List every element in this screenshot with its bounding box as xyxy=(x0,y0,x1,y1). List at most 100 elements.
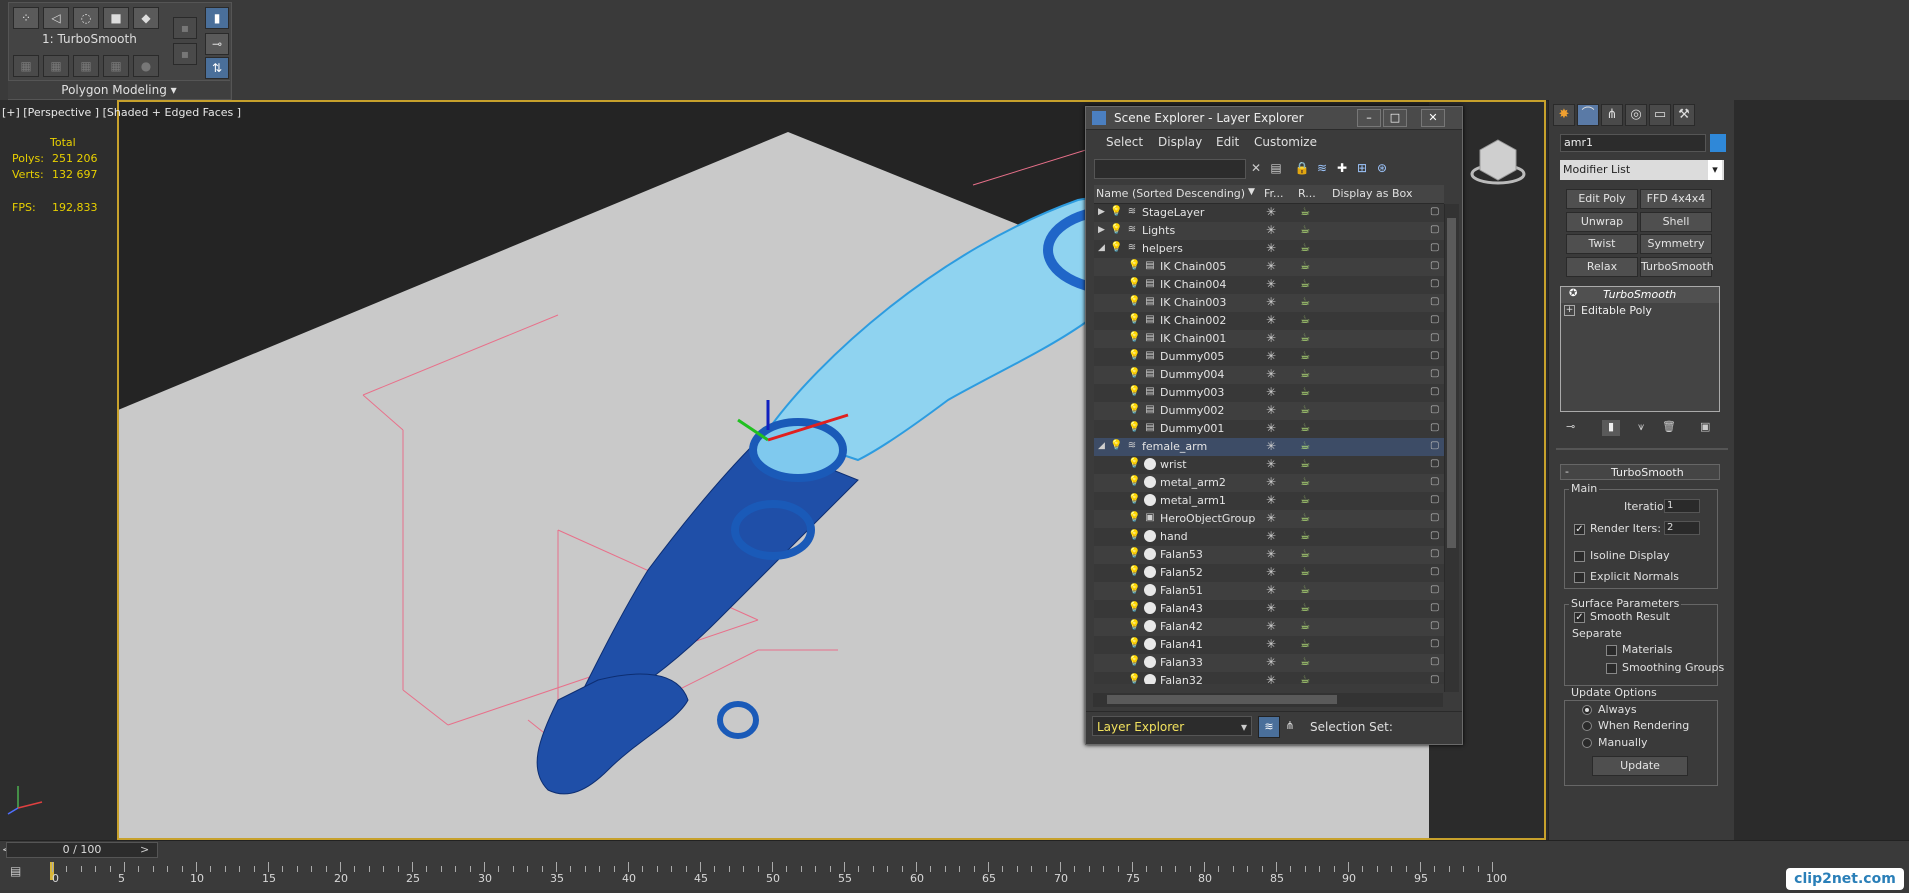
update-button[interactable]: Update xyxy=(1592,756,1688,776)
explicit-normals-checkbox[interactable] xyxy=(1574,572,1585,583)
renderable-teapot-icon[interactable]: ☕ xyxy=(1298,529,1312,543)
expand-arrow-icon[interactable]: ▶ xyxy=(1098,206,1108,218)
display-as-box-icon[interactable]: ▢ xyxy=(1430,601,1442,615)
tree-row[interactable]: 💡 Falan51 ✳ ☕ ▢ xyxy=(1094,582,1444,600)
modifier-list-dropdown[interactable]: Modifier List ▾ xyxy=(1560,160,1724,180)
twist-button[interactable]: Twist xyxy=(1566,234,1638,254)
remove-modifier-icon[interactable]: 🗑 xyxy=(1662,420,1676,433)
tree-row[interactable]: 💡 hand ✳ ☕ ▢ xyxy=(1094,528,1444,546)
renderable-teapot-icon[interactable]: ☕ xyxy=(1298,223,1312,237)
renderable-teapot-icon[interactable]: ☕ xyxy=(1298,295,1312,309)
freeze-icon[interactable]: ✳ xyxy=(1264,673,1278,684)
display-as-box-icon[interactable]: ▢ xyxy=(1430,313,1442,327)
lightbulb-icon[interactable]: 💡 xyxy=(1128,565,1140,579)
renderable-teapot-icon[interactable]: ☕ xyxy=(1298,511,1312,525)
display-as-box-icon[interactable]: ▢ xyxy=(1430,223,1442,237)
display-as-box-icon[interactable]: ▢ xyxy=(1430,403,1442,417)
lightbulb-icon[interactable]: 💡 xyxy=(1128,601,1140,615)
tree-row[interactable]: ▶ 💡 ≋ Lights ✳ ☕ ▢ xyxy=(1094,222,1444,240)
renderable-teapot-icon[interactable]: ☕ xyxy=(1298,367,1312,381)
expand-plus-icon[interactable]: + xyxy=(1564,305,1575,316)
display-as-box-icon[interactable]: ▢ xyxy=(1430,673,1442,684)
stack-item-turbosmooth[interactable]: ✪ TurboSmooth xyxy=(1561,287,1719,303)
display-as-box-icon[interactable]: ▢ xyxy=(1430,493,1442,507)
modify-tab-icon[interactable]: ⌒ xyxy=(1577,104,1599,126)
materials-checkbox[interactable] xyxy=(1606,645,1617,656)
lightbulb-icon[interactable]: 💡 xyxy=(1128,673,1140,684)
pin-stack-icon[interactable]: ▪ xyxy=(173,17,197,39)
tree-row[interactable]: 💡 metal_arm1 ✳ ☕ ▢ xyxy=(1094,492,1444,510)
renderable-teapot-icon[interactable]: ☕ xyxy=(1298,241,1312,255)
freeze-icon[interactable]: ✳ xyxy=(1264,439,1278,453)
next-frame-icon[interactable]: > xyxy=(140,843,149,856)
lightbulb-icon[interactable]: 💡 xyxy=(1128,295,1140,309)
smoothing-groups-checkbox[interactable] xyxy=(1606,663,1617,674)
lightbulb-icon[interactable]: 💡 xyxy=(1110,205,1122,219)
column-name[interactable]: Name (Sorted Descending) xyxy=(1096,187,1245,200)
freeze-icon[interactable]: ✳ xyxy=(1264,529,1278,543)
stack-result-icon[interactable]: ▪ xyxy=(173,43,197,65)
tree-vertical-scrollbar[interactable] xyxy=(1444,204,1459,692)
tree-row[interactable]: 💡 Falan53 ✳ ☕ ▢ xyxy=(1094,546,1444,564)
make-unique-icon[interactable]: ⊸ xyxy=(205,33,229,55)
clear-search-icon[interactable]: ✕ xyxy=(1248,160,1264,176)
turbosmooth-rollout-header[interactable]: - TurboSmooth xyxy=(1560,464,1720,480)
ribbon-tool-2-icon[interactable]: ▦ xyxy=(43,55,69,77)
maximize-button[interactable]: □ xyxy=(1383,109,1407,127)
lightbulb-icon[interactable]: 💡 xyxy=(1128,277,1140,291)
menu-display[interactable]: Display xyxy=(1158,135,1202,149)
display-as-box-icon[interactable]: ▢ xyxy=(1430,457,1442,471)
viewport-label[interactable]: [+] [Perspective ] [Shaded + Edged Faces… xyxy=(2,106,241,119)
unwrap-uvw-button[interactable]: Unwrap UVW xyxy=(1566,212,1638,246)
add-selected-icon[interactable]: ✚ xyxy=(1334,160,1350,176)
tree-row[interactable]: 💡 ▤ IK Chain003 ✳ ☕ ▢ xyxy=(1094,294,1444,312)
renderable-teapot-icon[interactable]: ☕ xyxy=(1298,349,1312,363)
renderable-teapot-icon[interactable]: ☕ xyxy=(1298,205,1312,219)
display-as-box-icon[interactable]: ▢ xyxy=(1430,241,1442,255)
display-as-box-icon[interactable]: ▢ xyxy=(1430,547,1442,561)
renderable-teapot-icon[interactable]: ☕ xyxy=(1298,385,1312,399)
lightbulb-icon[interactable]: 💡 xyxy=(1128,403,1140,417)
column-render[interactable]: R... xyxy=(1298,187,1316,200)
freeze-icon[interactable]: ✳ xyxy=(1264,349,1278,363)
timeline-ruler[interactable]: 0 5 10 15 20 25 30 35 40 45 50 55 60 65 70 75 80 85 90 95 10… xyxy=(50,858,1550,888)
renderable-teapot-icon[interactable]: ☕ xyxy=(1298,457,1312,471)
symmetry-button[interactable]: Symmetry xyxy=(1640,234,1712,254)
renderable-teapot-icon[interactable]: ☕ xyxy=(1298,619,1312,633)
tree-row[interactable]: 💡 ▤ IK Chain004 ✳ ☕ ▢ xyxy=(1094,276,1444,294)
display-as-box-icon[interactable]: ▢ xyxy=(1430,295,1442,309)
display-as-box-icon[interactable]: ▢ xyxy=(1430,367,1442,381)
display-as-box-icon[interactable]: ▢ xyxy=(1430,439,1442,453)
tree-row[interactable]: 💡 Falan41 ✳ ☕ ▢ xyxy=(1094,636,1444,654)
tree-vertical-scroll-thumb[interactable] xyxy=(1447,218,1456,548)
lightbulb-icon[interactable]: 💡 xyxy=(1128,583,1140,597)
display-as-box-icon[interactable]: ▢ xyxy=(1430,385,1442,399)
scene-explorer-titlebar[interactable]: Scene Explorer - Layer Explorer – □ ✕ xyxy=(1086,107,1462,130)
tree-row[interactable]: 💡 ▤ IK Chain002 ✳ ☕ ▢ xyxy=(1094,312,1444,330)
tree-row[interactable]: 💡 ▤ IK Chain001 ✳ ☕ ▢ xyxy=(1094,330,1444,348)
lightbulb-icon[interactable]: 💡 xyxy=(1128,511,1140,525)
configure-modifier-sets-icon[interactable]: ▣ xyxy=(1700,420,1710,433)
freeze-icon[interactable]: ✳ xyxy=(1264,205,1278,219)
lightbulb-icon[interactable]: 💡 xyxy=(1128,475,1140,489)
freeze-icon[interactable]: ✳ xyxy=(1264,493,1278,507)
object-name-input[interactable]: amr1 xyxy=(1560,134,1706,152)
freeze-icon[interactable]: ✳ xyxy=(1264,475,1278,489)
display-as-box-icon[interactable]: ▢ xyxy=(1430,205,1442,219)
always-radio[interactable] xyxy=(1582,705,1592,715)
lock-icon[interactable]: 🔒 xyxy=(1294,160,1310,176)
time-slider[interactable]: 0 / 100 xyxy=(6,842,158,858)
menu-customize[interactable]: Customize xyxy=(1254,135,1317,149)
lightbulb-icon[interactable]: 💡 xyxy=(1128,313,1140,327)
lightbulb-icon[interactable]: 💡 xyxy=(1128,493,1140,507)
column-display-as-box[interactable]: Display as Box xyxy=(1332,187,1412,200)
renderable-teapot-icon[interactable]: ☕ xyxy=(1298,655,1312,669)
display-as-box-icon[interactable]: ▢ xyxy=(1430,655,1442,669)
lightbulb-icon[interactable]: 💡 xyxy=(1128,421,1140,435)
renderable-teapot-icon[interactable]: ☕ xyxy=(1298,403,1312,417)
create-tab-icon[interactable]: ✸ xyxy=(1553,104,1575,126)
lightbulb-icon[interactable]: 💡 xyxy=(1128,655,1140,669)
tree-row[interactable]: 💡 Falan42 ✳ ☕ ▢ xyxy=(1094,618,1444,636)
turbosmooth-button[interactable]: TurboSmooth xyxy=(1640,257,1714,277)
renderable-teapot-icon[interactable]: ☕ xyxy=(1298,421,1312,435)
